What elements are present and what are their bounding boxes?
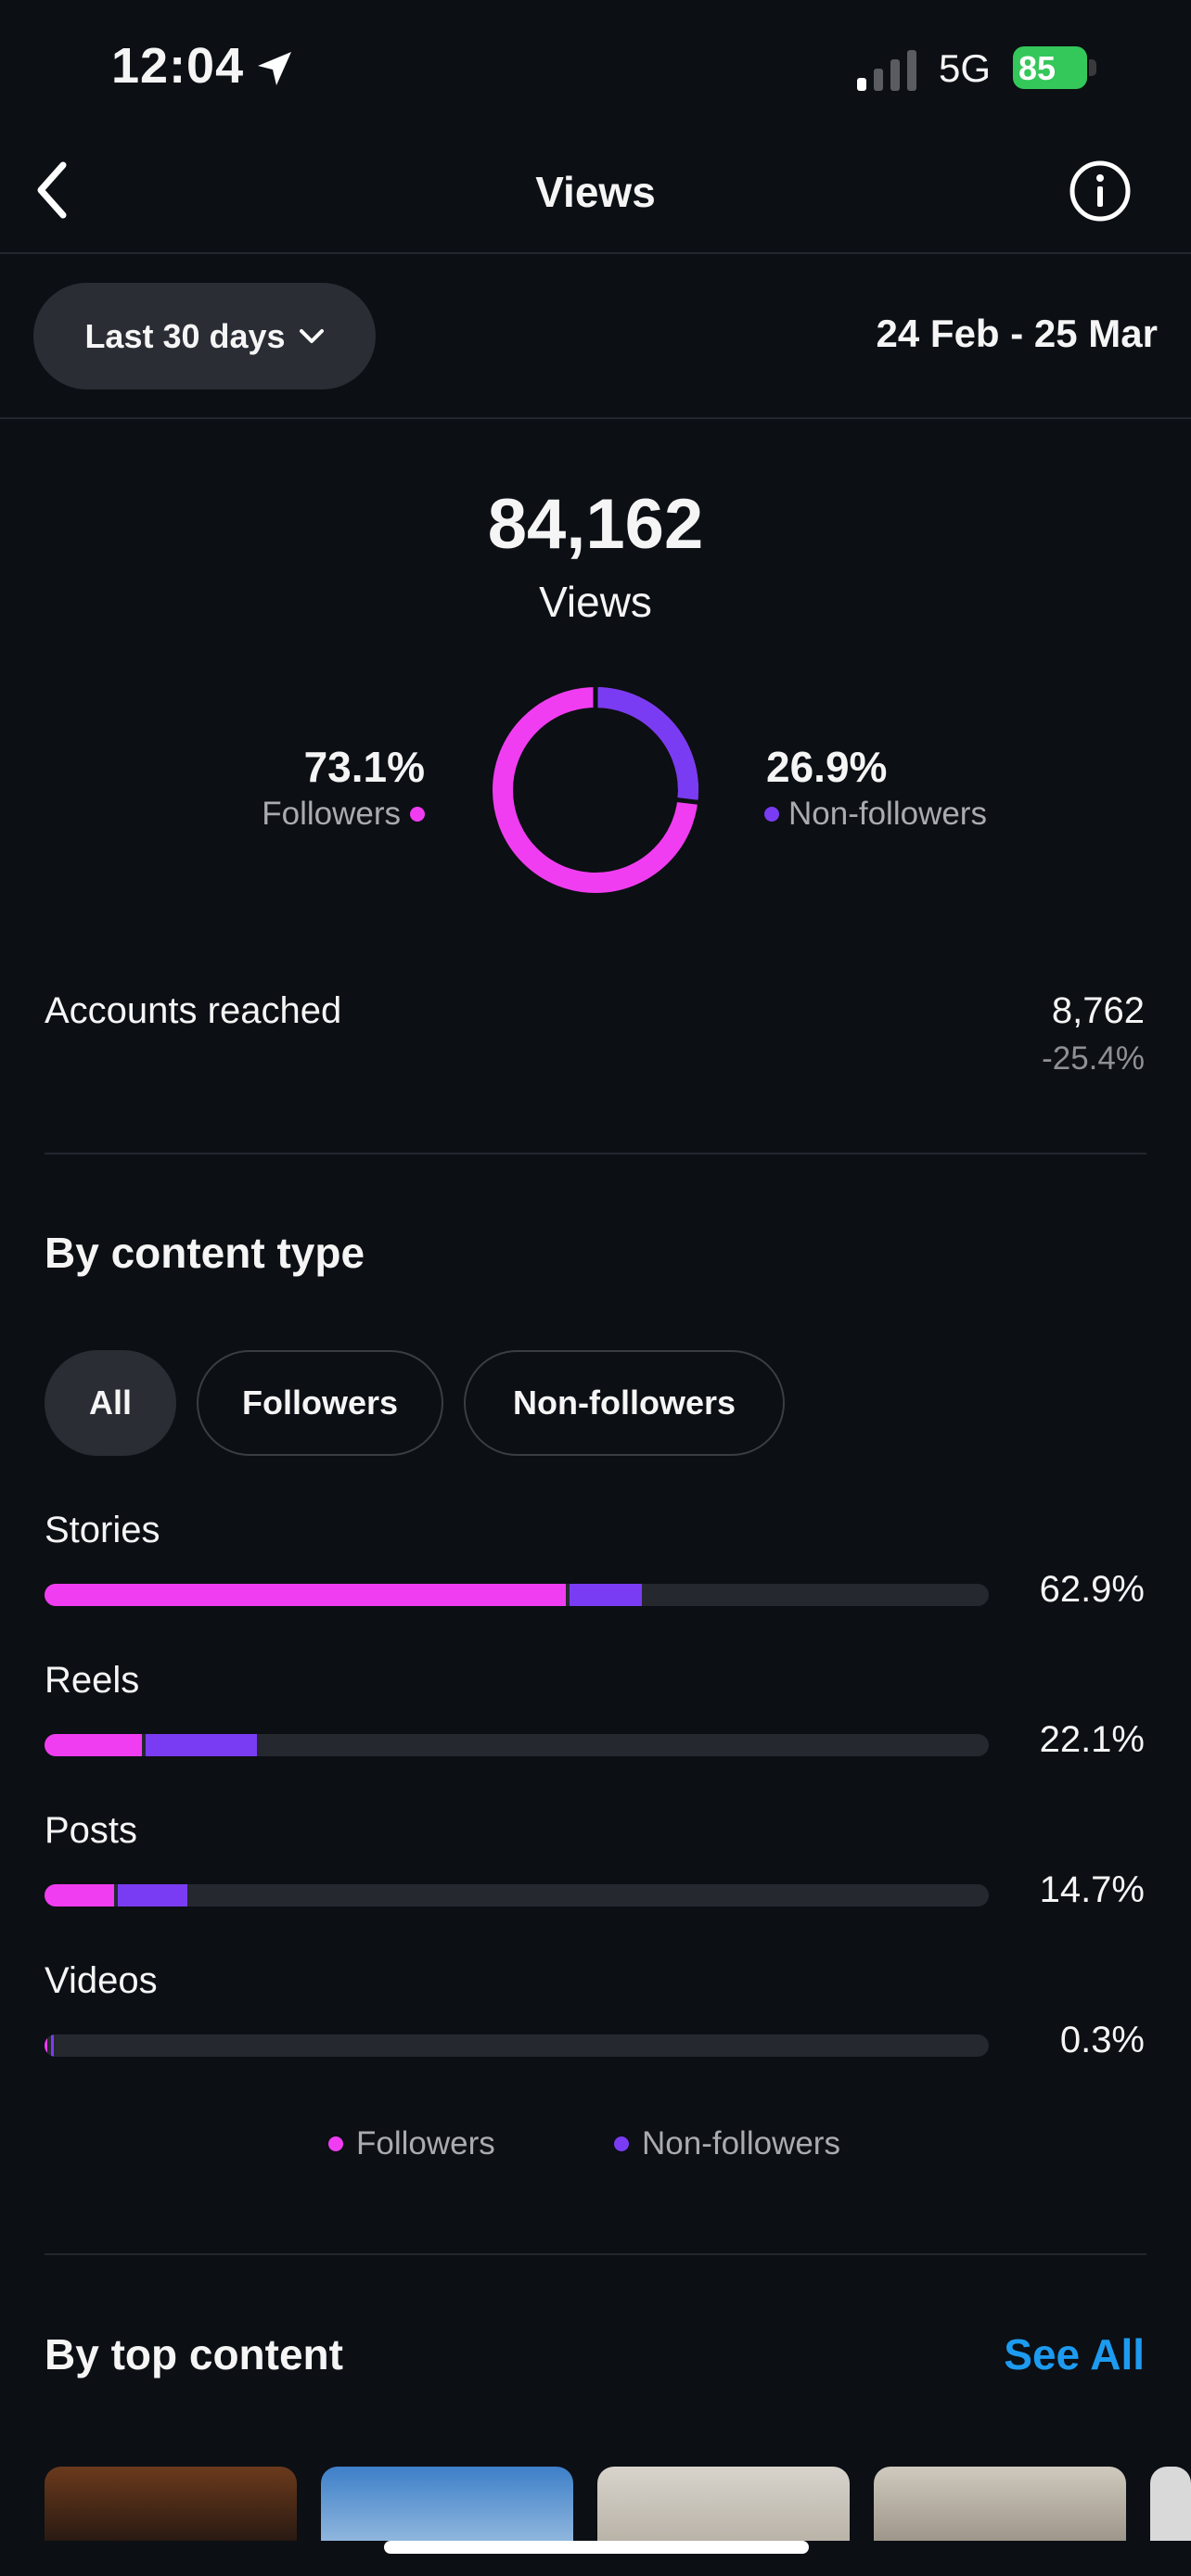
bar-percent: 22.1%: [1039, 1719, 1145, 1760]
followers-percent: 73.1%: [303, 743, 425, 791]
donut-gap-split: [674, 797, 701, 806]
followers-dot-icon: [410, 807, 425, 822]
total-views: 84,162: [487, 485, 704, 564]
top-content-thumbnail[interactable]: [1150, 2467, 1191, 2541]
bar-segment-nonfollowers: [145, 1734, 257, 1756]
bar-label: Stories: [45, 1510, 160, 1550]
date-range-text: 24 Feb - 25 Mar: [876, 312, 1158, 355]
bar-segment-followers: [45, 2034, 47, 2057]
bar-segment-followers: [45, 1584, 566, 1606]
battery-icon: 85: [1013, 46, 1098, 89]
chip-all[interactable]: All: [45, 1350, 176, 1456]
bar-percent: 0.3%: [1059, 2020, 1145, 2060]
nonfollowers-dot-icon: [614, 2136, 629, 2151]
total-views-label: Views: [539, 578, 652, 626]
date-range-dropdown-label: Last 30 days: [84, 316, 286, 355]
section-divider: [45, 1153, 1146, 1154]
accounts-reached-label: Accounts reached: [45, 990, 342, 1031]
bar-legend-2: Non-followers: [614, 2125, 840, 2162]
status-time: 12:04: [111, 38, 245, 94]
info-icon[interactable]: [1069, 159, 1132, 223]
legend-nonfollowers-label: Non-followers: [642, 2125, 840, 2162]
bar-track: [45, 1884, 989, 1906]
bar-segment-nonfollowers: [118, 1884, 187, 1906]
views-donut-chart: [493, 684, 701, 893]
top-content-thumbnail[interactable]: [45, 2467, 297, 2541]
section-divider-2: [45, 2253, 1146, 2255]
bar-track: [45, 1584, 989, 1606]
page-title: Views: [535, 168, 656, 216]
see-all-link[interactable]: See All: [1004, 2329, 1145, 2379]
filter-divider: [0, 417, 1191, 419]
bar-percent: 62.9%: [1039, 1569, 1145, 1610]
nonfollowers-legend-label: Non-followers: [788, 796, 987, 832]
accounts-reached-value: 8,762: [1051, 990, 1145, 1031]
header-divider: [0, 252, 1191, 254]
followers-legend-label: Followers: [262, 796, 401, 832]
followers-legend: Followers: [262, 796, 425, 833]
content-type-title: By content type: [45, 1229, 365, 1277]
bar-label: Videos: [45, 1960, 158, 2001]
bar-track: [45, 2034, 989, 2057]
chip-followers[interactable]: Followers: [197, 1350, 443, 1456]
date-range-dropdown[interactable]: Last 30 days: [33, 283, 376, 389]
signal-icon: [857, 50, 916, 91]
top-content-thumbnail[interactable]: [321, 2467, 573, 2541]
home-indicator[interactable]: [384, 2541, 809, 2554]
network-label: 5G: [939, 46, 992, 90]
accounts-reached-change: -25.4%: [1042, 1040, 1145, 1077]
top-content-title: By top content: [45, 2330, 343, 2378]
battery-level: 85: [1018, 49, 1057, 87]
bar-segment-followers: [45, 1734, 142, 1756]
nonfollowers-dot-icon: [764, 807, 779, 822]
bar-segment-followers: [45, 1884, 115, 1906]
location-arrow-icon: [258, 52, 291, 85]
chip-nonfollowers[interactable]: Non-followers: [464, 1350, 785, 1456]
top-content-thumbnail[interactable]: [597, 2467, 850, 2541]
bar-track: [45, 1734, 989, 1756]
bar-percent: 14.7%: [1039, 1869, 1145, 1910]
top-content-thumbnail[interactable]: [874, 2467, 1126, 2541]
nonfollowers-legend: Non-followers: [764, 796, 987, 833]
nonfollowers-percent: 26.9%: [766, 743, 888, 791]
legend-followers-label: Followers: [356, 2125, 495, 2162]
followers-dot-icon: [328, 2136, 343, 2151]
chevron-down-icon: [299, 328, 324, 343]
bar-label: Reels: [45, 1660, 140, 1701]
bar-segment-nonfollowers: [569, 1584, 643, 1606]
bar-label: Posts: [45, 1810, 138, 1851]
bar-segment-nonfollowers: [51, 2034, 54, 2057]
bar-legend: Followers: [328, 2125, 495, 2162]
